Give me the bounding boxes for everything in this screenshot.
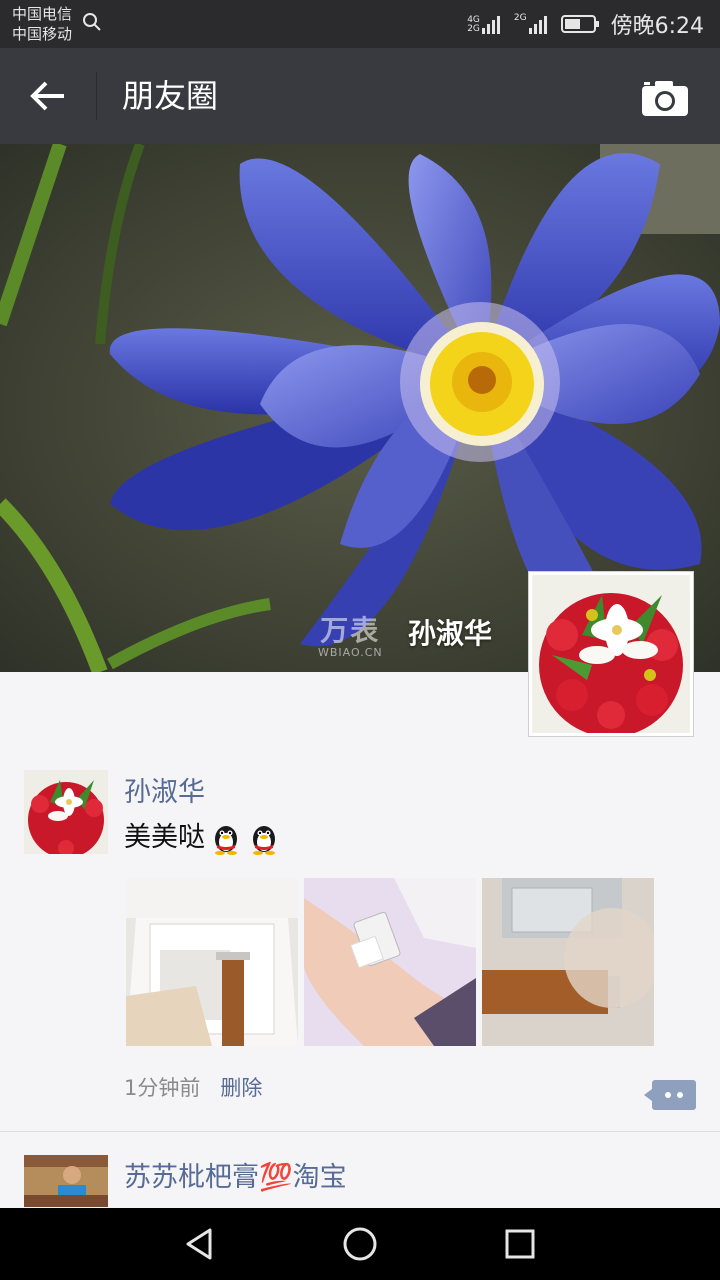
post-timestamp: 1分钟前: [124, 1076, 201, 1100]
wrist-watch-image: [304, 878, 476, 1046]
camera-icon[interactable]: [640, 78, 690, 118]
nav-back-icon[interactable]: [180, 1224, 220, 1264]
carrier-2: 中国移动: [12, 25, 73, 43]
net-2: 2G: [513, 13, 527, 23]
status-bar: 中国电信 中国移动 4G 2G 2G 傍晚6:24: [0, 0, 720, 48]
watch-strap-image: [482, 878, 654, 1046]
carrier-1: 中国电信: [12, 5, 73, 23]
person-photo-image: [24, 1155, 108, 1207]
back-arrow-icon[interactable]: [26, 76, 70, 116]
dot-icon: [677, 1092, 683, 1098]
post-author[interactable]: 苏苏枇杷膏💯淘宝: [124, 1161, 347, 1195]
cover-user-name[interactable]: 孙淑华: [408, 612, 492, 652]
qq-penguin-emoji-icon: [215, 826, 237, 855]
avatar[interactable]: [24, 1155, 108, 1207]
watermark-subtext: WBIAO.CN: [318, 646, 383, 659]
title-divider: [96, 72, 97, 120]
post-photo-3[interactable]: [482, 878, 654, 1046]
signal-1-icon: 4G 2G: [467, 14, 504, 34]
search-icon: [83, 13, 101, 31]
avatar[interactable]: [24, 770, 108, 854]
flower-bouquet-image: [24, 770, 108, 854]
watermark: 万表 WBIAO.CN: [318, 614, 383, 660]
net-1-bottom: 2G: [467, 24, 480, 34]
carrier-labels: 中国电信 中国移动: [12, 4, 72, 44]
dot-icon: [665, 1092, 671, 1098]
qq-penguin-emoji-icon: [253, 826, 275, 855]
post-separator: [0, 1131, 720, 1132]
watermark-text: 万表: [320, 614, 381, 647]
android-nav-bar: [0, 1208, 720, 1280]
status-right: 4G 2G 2G 傍晚6:24: [467, 8, 704, 40]
title-bar: 朋友圈: [0, 48, 720, 144]
post-photo-1[interactable]: [126, 878, 298, 1046]
signal-2-icon: 2G: [514, 14, 551, 34]
post-photo-2[interactable]: [304, 878, 476, 1046]
page-title: 朋友圈: [122, 77, 219, 115]
nav-home-icon[interactable]: [340, 1224, 380, 1264]
battery-icon: [560, 15, 599, 33]
clock: 傍晚6:24: [610, 14, 704, 39]
delete-link[interactable]: 删除: [220, 1076, 262, 1100]
post-text-body: 美美哒: [124, 822, 205, 853]
post-photos: [126, 878, 654, 1046]
flower-bouquet-image: [532, 575, 690, 737]
nav-recents-icon[interactable]: [500, 1224, 540, 1264]
comment-more-button[interactable]: [644, 1080, 696, 1110]
post-text: 美美哒: [124, 820, 281, 856]
post-author[interactable]: 孙淑华: [124, 776, 205, 810]
post-meta: 1分钟前 删除: [124, 1074, 262, 1102]
watch-box-image: [126, 878, 298, 1046]
profile-avatar[interactable]: [528, 571, 694, 737]
